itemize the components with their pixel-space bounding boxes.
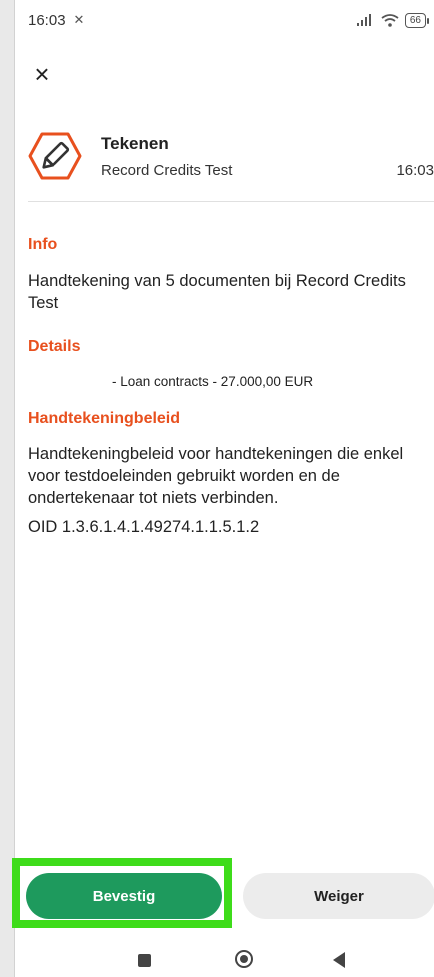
back-icon[interactable]: [333, 952, 345, 968]
navigation-bar: [15, 941, 434, 977]
recents-icon[interactable]: [138, 954, 151, 967]
request-time: 16:03: [396, 162, 434, 179]
close-icon: ×: [34, 58, 50, 89]
divider: [28, 201, 434, 202]
request-header: Tekenen Record Credits Test 16:03: [28, 130, 434, 190]
close-button[interactable]: ×: [26, 58, 58, 90]
wifi-icon: [381, 14, 399, 27]
request-title: Tekenen: [101, 134, 169, 153]
alarm-icon: ✕: [73, 12, 85, 27]
info-text: Handtekening van 5 documenten bij Record…: [28, 272, 406, 312]
request-subtitle: Record Credits Test: [101, 162, 233, 179]
policy-oid: OID 1.3.6.1.4.1.49274.1.1.5.1.2: [28, 518, 260, 536]
frame-edge-line: [14, 0, 15, 977]
status-bar: 16:03 ✕ 66: [28, 8, 430, 32]
details-line: - Loan contracts - 27.000,00 EUR: [112, 374, 314, 389]
frame-edge: [0, 0, 14, 977]
signal-icon: [356, 14, 371, 26]
status-icons: 66: [356, 12, 430, 28]
policy-text: Handtekeningbeleid voor handtekeningen d…: [28, 445, 404, 507]
sign-pencil-icon: [28, 132, 82, 180]
status-time: 16:03: [28, 11, 66, 29]
battery-icon: 66: [404, 12, 430, 28]
details-title: Details: [28, 338, 81, 355]
home-icon[interactable]: [235, 950, 253, 968]
info-title: Info: [28, 236, 58, 253]
policy-title: Handtekeningbeleid: [28, 410, 181, 427]
highlight-box: [12, 858, 232, 928]
refuse-button[interactable]: Weiger: [243, 873, 434, 919]
